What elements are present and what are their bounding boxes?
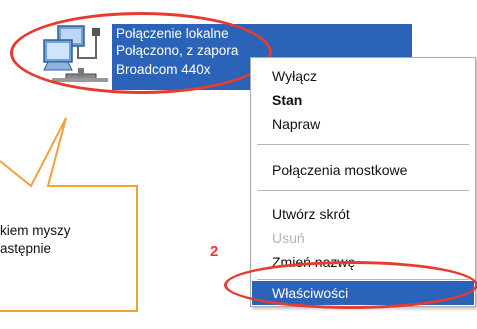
menu-item-bridge-connections[interactable]: Połączenia mostkowe bbox=[252, 158, 474, 182]
callout-line-2: astępnie bbox=[0, 241, 52, 256]
menu-item-status[interactable]: Stan bbox=[252, 88, 474, 112]
callout-text: kiem myszy astępnie bbox=[0, 222, 140, 258]
step-number: 2 bbox=[210, 243, 219, 260]
menu-item-repair[interactable]: Napraw bbox=[252, 112, 474, 136]
callout-line-1: kiem myszy bbox=[0, 223, 71, 238]
menu-separator bbox=[257, 144, 469, 145]
highlight-ring-connection bbox=[10, 12, 272, 94]
menu-item-disable[interactable]: Wyłącz bbox=[252, 64, 474, 88]
highlight-ring-properties bbox=[224, 261, 477, 309]
menu-item-delete: Usuń bbox=[272, 230, 305, 246]
menu-item-create-shortcut[interactable]: Utwórz skrót bbox=[252, 202, 474, 226]
menu-separator bbox=[257, 190, 469, 191]
